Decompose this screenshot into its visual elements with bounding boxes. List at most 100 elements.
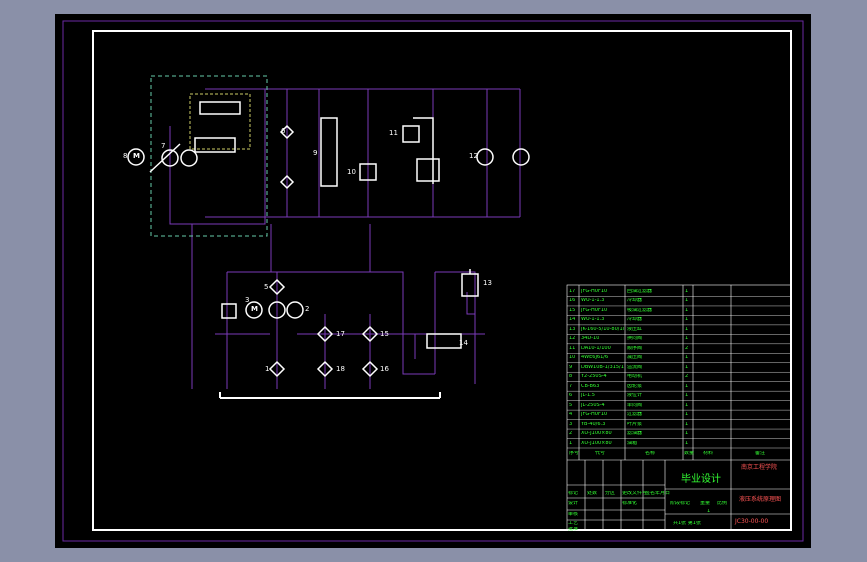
tb-row-1: 设计 bbox=[568, 501, 579, 506]
bom-cell-name: 油箱 bbox=[627, 440, 638, 446]
tb-col-1: 分区 bbox=[605, 491, 616, 496]
bom-cell-name: 过滤器 bbox=[627, 412, 643, 418]
pump-letter-lower: M bbox=[251, 305, 258, 313]
bom-cell-no: 2 bbox=[569, 431, 573, 437]
label-11: 11 bbox=[389, 129, 398, 137]
tb-col-0: 处数 bbox=[587, 491, 598, 496]
pump-lower-b bbox=[286, 301, 304, 319]
bom-cell-no: 3 bbox=[569, 421, 573, 427]
label-15: 15 bbox=[380, 330, 389, 338]
bom-cell-code: WU-1-1.3 bbox=[581, 298, 605, 304]
bom-cell-name: 减压阀 bbox=[627, 355, 643, 361]
bom-cell-no: 14 bbox=[569, 317, 576, 323]
drawing-number: JC30-00-00 bbox=[735, 518, 769, 525]
label-18: 18 bbox=[336, 365, 345, 373]
bom-cell-no: 1 bbox=[569, 440, 573, 446]
tb-col-2: 更改文件号 bbox=[622, 491, 648, 496]
school-name: 南京工程学院 bbox=[741, 464, 778, 471]
label-7: 7 bbox=[161, 142, 166, 150]
valve-3 bbox=[221, 303, 237, 319]
bom-cell-name: 单向阀 bbox=[627, 402, 643, 408]
bom-cell-name: 顺序阀 bbox=[627, 345, 643, 351]
bom-cell-name: 叶片泵 bbox=[627, 421, 643, 427]
bom-cell-code: JFG-H0F10 bbox=[581, 412, 608, 418]
bom-cell-name: 电动机 bbox=[627, 374, 643, 380]
bom-cell-name: 换向阀 bbox=[627, 336, 643, 342]
bom-header-code: 代号 bbox=[595, 451, 606, 456]
bom-cell-qty: 1 bbox=[685, 402, 689, 408]
solenoid-valve-top bbox=[199, 101, 241, 115]
bom-cell-no: 8 bbox=[569, 374, 573, 380]
bom-cell-qty: 1 bbox=[685, 431, 689, 437]
label-6: 6 bbox=[281, 127, 286, 135]
valve-block bbox=[194, 137, 236, 153]
bom-cell-code: JFG-H0F10 bbox=[581, 307, 608, 313]
actuator-12b bbox=[512, 148, 530, 166]
cylinder-13 bbox=[461, 273, 479, 297]
bom-cell-name: 滤油器 bbox=[627, 431, 643, 437]
tb-col-3: 签名 bbox=[645, 491, 656, 496]
bom-cell-qty: 1 bbox=[685, 289, 689, 294]
bom-cell-name: 吸油过滤器 bbox=[627, 307, 653, 313]
bom-cell-code: JK-160-5/10-80/10 bbox=[581, 326, 624, 332]
scale-label: 比例 bbox=[717, 501, 728, 506]
scale-value: 1 bbox=[707, 509, 711, 514]
bom-cell-qty: 1 bbox=[685, 336, 689, 342]
label-9: 9 bbox=[313, 149, 318, 157]
bom-cell-qty: 1 bbox=[685, 326, 689, 332]
label-14: 14 bbox=[459, 339, 468, 347]
directional-valve-14 bbox=[426, 333, 462, 349]
bom-cell-no: 13 bbox=[569, 326, 576, 332]
weight-label: 重量 bbox=[700, 501, 711, 506]
relief-valve-9 bbox=[320, 117, 338, 187]
actuator-12a bbox=[476, 148, 494, 166]
bom-cell-code: WU-1-1.3 bbox=[581, 317, 605, 323]
bom-cell-no: 6 bbox=[569, 393, 573, 399]
label-5: 5 bbox=[264, 283, 269, 291]
bom-cell-code: DA10-1/100 bbox=[581, 345, 611, 351]
tank-line bbox=[219, 392, 441, 399]
bom-cell-code: JL-250S-4 bbox=[581, 402, 605, 408]
bom-cell-no: 9 bbox=[569, 364, 573, 370]
bom-cell-no: 11 bbox=[569, 345, 576, 351]
bom-cell-qty: 1 bbox=[685, 393, 689, 399]
sequence-valve-11 bbox=[402, 125, 420, 143]
bom-cell-no: 7 bbox=[569, 383, 573, 389]
bom-cell-name: 冷却器 bbox=[627, 298, 643, 304]
label-12: 12 bbox=[469, 152, 478, 160]
bom-cell-name: 液压缸 bbox=[627, 326, 643, 332]
tb-row-4: 批准 bbox=[568, 527, 579, 532]
label-13: 13 bbox=[483, 279, 492, 287]
bom-cell-code: 34D-10 bbox=[581, 336, 600, 342]
label-10: 10 bbox=[347, 168, 356, 176]
bom-cell-no: 15 bbox=[569, 307, 576, 313]
bom-cell-no: 5 bbox=[569, 402, 573, 408]
bom-cell-qty: 2 bbox=[685, 374, 689, 380]
label-2: 2 bbox=[305, 305, 310, 313]
bom-cell-qty: 1 bbox=[685, 364, 689, 370]
tb-row-2: 审核 bbox=[568, 512, 579, 517]
tb-row-3: 工艺 bbox=[568, 521, 579, 526]
schematic-canvas bbox=[62, 20, 804, 542]
bom-cell-qty: 1 bbox=[685, 421, 689, 427]
bom-header-material: 材料 bbox=[703, 451, 714, 456]
bom-cell-name: 冷却器 bbox=[627, 317, 643, 323]
bom-cell-qty: 1 bbox=[685, 317, 689, 323]
bom-cell-qty: 2 bbox=[685, 345, 689, 351]
bom-cell-code: 4WE6J61/6 bbox=[581, 355, 609, 361]
bom-cell-qty: 1 bbox=[685, 412, 689, 418]
bom-cell-qty: 1 bbox=[685, 355, 689, 361]
bom-cell-code: CB-B63 bbox=[581, 383, 600, 389]
bom-cell-code: DBW10B-1/315/10 bbox=[581, 364, 624, 370]
bom-cell-code: XU-J100×80 bbox=[581, 440, 612, 446]
bom-cell-no: 10 bbox=[569, 355, 576, 361]
design-title: 毕业设计 bbox=[681, 474, 721, 485]
bom-cell-no: 12 bbox=[569, 336, 576, 342]
drawing-name: 液压系统原理图 bbox=[739, 496, 782, 503]
bom-cell-qty: 1 bbox=[685, 440, 689, 446]
bom-cell-no: 17 bbox=[569, 289, 576, 294]
bom-cell-name: 液位计 bbox=[627, 393, 643, 399]
bom-cell-name: 回油过滤器 bbox=[627, 289, 653, 294]
drawing-sheet: 8 M 7 6 9 10 11 12 13 14 3 5 2 M 17 15 1… bbox=[55, 14, 811, 548]
components bbox=[127, 101, 530, 378]
